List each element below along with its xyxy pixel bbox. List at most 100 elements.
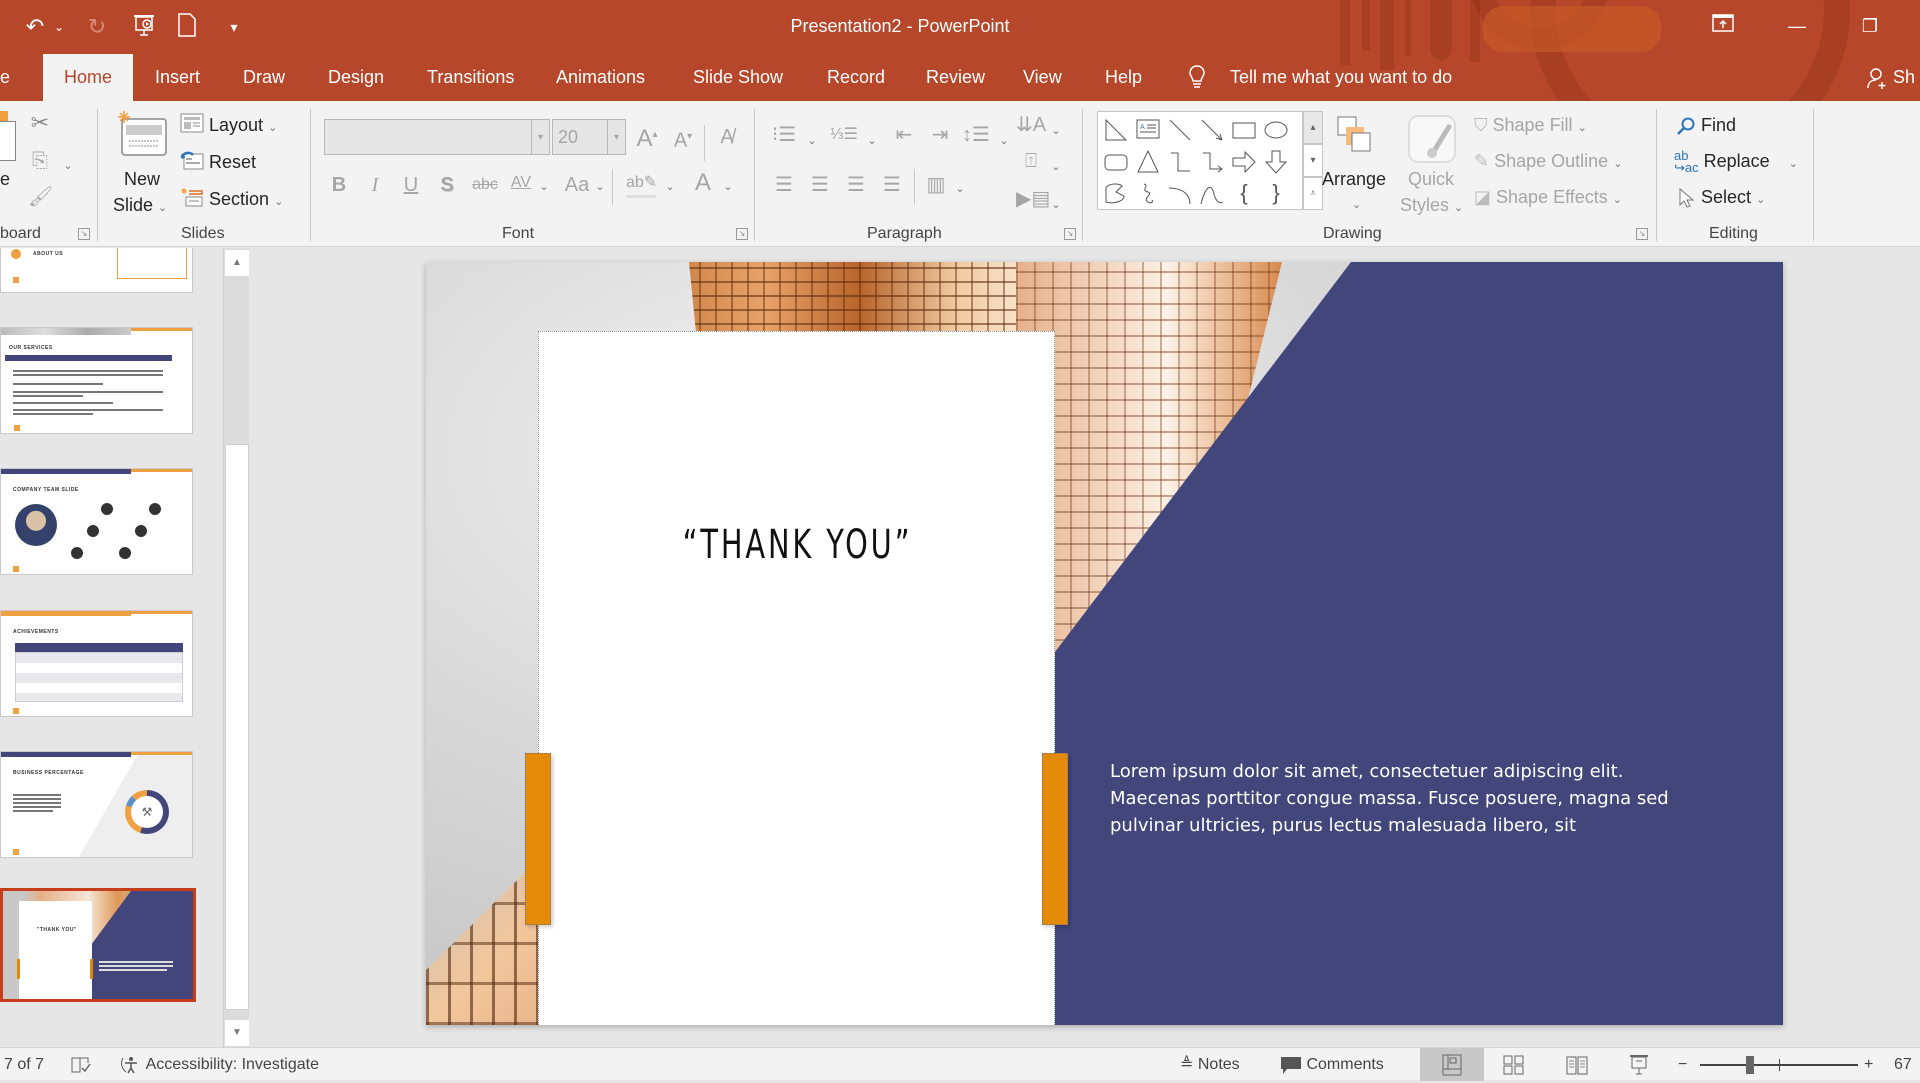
tab-draw[interactable]: Draw xyxy=(243,64,285,90)
cut-icon[interactable]: ✂ xyxy=(28,111,52,135)
shape-outline-button[interactable]: ✎ Shape Outline ⌄ xyxy=(1474,149,1622,176)
chevron-down-icon[interactable]: ⌄ xyxy=(538,175,550,199)
numbering-icon[interactable]: ⅓☰ xyxy=(830,123,858,147)
shape-scribble-icon[interactable] xyxy=(1134,180,1162,208)
shape-line-icon[interactable] xyxy=(1166,116,1194,144)
tab-slide-show[interactable]: Slide Show xyxy=(693,64,783,90)
tab-home[interactable]: Home xyxy=(43,54,133,101)
slide-thumbnail[interactable]: ABOUT US xyxy=(0,248,193,293)
underline-button[interactable]: U xyxy=(400,173,422,197)
chevron-down-icon[interactable]: ⌄ xyxy=(954,177,966,201)
format-painter-icon[interactable]: 🖌 xyxy=(28,185,53,209)
white-card[interactable]: “THANK YOU” xyxy=(538,331,1055,1025)
reading-view-icon[interactable] xyxy=(1565,1053,1589,1083)
strikethrough-button[interactable]: abc xyxy=(470,173,500,197)
slide-thumbnail[interactable]: ACHIEVEMENTS xyxy=(0,610,193,717)
slide-sorter-view-icon[interactable] xyxy=(1502,1053,1526,1083)
scrollbar-thumb[interactable] xyxy=(225,444,249,1010)
tab-insert[interactable]: Insert xyxy=(155,64,200,90)
decrease-font-size-icon[interactable]: A▾ xyxy=(670,125,696,153)
new-slide-label[interactable]: New xyxy=(124,167,160,191)
text-direction-icon[interactable]: ⇊A xyxy=(1016,113,1046,137)
scroll-down-icon[interactable]: ▼ xyxy=(225,1020,249,1046)
tab-file[interactable]: e xyxy=(0,64,10,90)
chevron-down-icon[interactable]: ⌄ xyxy=(1050,193,1062,217)
shape-oval-icon[interactable] xyxy=(1262,116,1290,144)
zoom-in-button[interactable]: + xyxy=(1864,1055,1873,1075)
shape-curve-icon[interactable] xyxy=(1198,180,1226,208)
quick-styles-icon[interactable] xyxy=(1408,115,1456,163)
paste-button[interactable]: e xyxy=(0,167,10,191)
text-shadow-button[interactable]: S xyxy=(436,173,458,197)
decrease-indent-icon[interactable]: ⇤ xyxy=(890,123,918,147)
slide-thumbnail[interactable]: BUSINESS PERCENTAGE ⚒ xyxy=(0,751,193,858)
align-left-icon[interactable]: ☰ xyxy=(770,173,798,197)
reset-button[interactable]: Reset xyxy=(180,150,256,176)
tell-me-search[interactable]: Tell me what you want to do xyxy=(1230,64,1452,90)
orange-accent-bar-right[interactable] xyxy=(1042,753,1068,925)
shape-elbow-connector-icon[interactable] xyxy=(1166,148,1194,176)
tab-review[interactable]: Review xyxy=(926,64,985,90)
shape-right-triangle-icon[interactable] xyxy=(1102,116,1130,144)
shape-rounded-rectangle-icon[interactable] xyxy=(1102,148,1130,176)
slide-show-view-icon[interactable] xyxy=(1627,1053,1651,1083)
bold-button[interactable]: B xyxy=(328,173,350,197)
arrange-chevron-icon[interactable]: ⌄ xyxy=(1352,193,1361,217)
shape-fill-button[interactable]: ⛉ Shape Fill ⌄ xyxy=(1474,113,1587,140)
quick-styles-dropdown[interactable]: Styles ⌄ xyxy=(1400,193,1463,220)
line-spacing-icon[interactable]: ↕☰ xyxy=(962,123,990,147)
columns-icon[interactable]: ▥ xyxy=(922,173,950,197)
copy-dropdown-icon[interactable]: ⌄ xyxy=(62,154,74,178)
justify-icon[interactable]: ☰ xyxy=(878,173,906,197)
zoom-slider[interactable] xyxy=(1700,1056,1858,1074)
shape-down-arrow-icon[interactable] xyxy=(1262,148,1290,176)
increase-font-size-icon[interactable]: A▴ xyxy=(634,123,660,151)
font-color-button[interactable]: A xyxy=(690,171,716,195)
arrange-icon[interactable] xyxy=(1330,113,1374,157)
tab-design[interactable]: Design xyxy=(328,64,384,90)
chevron-down-icon[interactable]: ⌄ xyxy=(1050,155,1062,179)
chevron-down-icon[interactable]: ⌄ xyxy=(998,129,1010,153)
layout-button[interactable]: Layout ⌄ xyxy=(180,113,277,140)
copy-icon[interactable]: ⎘ xyxy=(28,149,52,173)
tab-transitions[interactable]: Transitions xyxy=(427,64,514,90)
shape-rectangle-icon[interactable] xyxy=(1230,116,1258,144)
change-case-button[interactable]: Aa xyxy=(560,173,594,197)
new-slide-dropdown[interactable]: Slide ⌄ xyxy=(113,193,167,220)
increase-indent-icon[interactable]: ⇥ xyxy=(926,123,954,147)
shapes-gallery[interactable]: A { } xyxy=(1097,111,1303,210)
arrange-button[interactable]: Arrange xyxy=(1322,167,1386,191)
clear-formatting-icon[interactable]: A̸ xyxy=(714,125,740,149)
zoom-level[interactable]: 67 xyxy=(1894,1055,1912,1075)
slide-canvas[interactable]: “THANK YOU” Lorem ipsum dolor sit amet, … xyxy=(426,262,1783,1025)
thumbnails-scrollbar[interactable]: ▲ ▼ xyxy=(223,248,249,1047)
convert-to-smartart-icon[interactable]: ▶▤ xyxy=(1016,187,1050,211)
slide-thumbnail[interactable]: OUR SERVICES xyxy=(0,327,193,434)
zoom-slider-thumb[interactable] xyxy=(1746,1056,1755,1074)
shape-right-brace-icon[interactable]: } xyxy=(1262,180,1290,208)
comments-button[interactable]: Comments xyxy=(1280,1055,1384,1075)
chevron-down-icon[interactable]: ⌄ xyxy=(594,175,606,199)
font-size-dropdown-icon[interactable]: ▾ xyxy=(607,120,625,154)
slide-body-text[interactable]: Lorem ipsum dolor sit amet, consectetuer… xyxy=(1110,758,1670,839)
tab-record[interactable]: Record xyxy=(827,64,885,90)
paste-icon[interactable] xyxy=(0,121,16,161)
shape-elbow-arrow-icon[interactable] xyxy=(1198,148,1226,176)
align-right-icon[interactable]: ☰ xyxy=(842,173,870,197)
align-text-icon[interactable]: ⍐ xyxy=(1016,149,1046,173)
font-size-combo[interactable]: 20 ▾ xyxy=(552,119,626,155)
font-name-combo[interactable]: ▾ xyxy=(324,119,550,155)
gallery-scroll-down-icon[interactable]: ▾ xyxy=(1303,144,1323,177)
normal-view-button[interactable] xyxy=(1420,1048,1484,1081)
chevron-down-icon[interactable]: ⌄ xyxy=(722,175,734,199)
font-launcher-icon[interactable]: ↘ xyxy=(736,228,748,240)
clipboard-launcher-icon[interactable]: ↘ xyxy=(78,228,90,240)
paragraph-launcher-icon[interactable]: ↘ xyxy=(1064,228,1076,240)
character-spacing-button[interactable]: AV xyxy=(508,171,534,195)
tab-help[interactable]: Help xyxy=(1105,64,1142,90)
restore-icon[interactable]: ❐ xyxy=(1850,12,1890,40)
slide-thumbnail-selected[interactable]: "THANK YOU" xyxy=(0,888,196,1002)
find-button[interactable]: Find xyxy=(1676,113,1736,137)
shape-arc-icon[interactable] xyxy=(1166,180,1194,208)
ribbon-display-options-icon[interactable] xyxy=(1703,12,1743,40)
